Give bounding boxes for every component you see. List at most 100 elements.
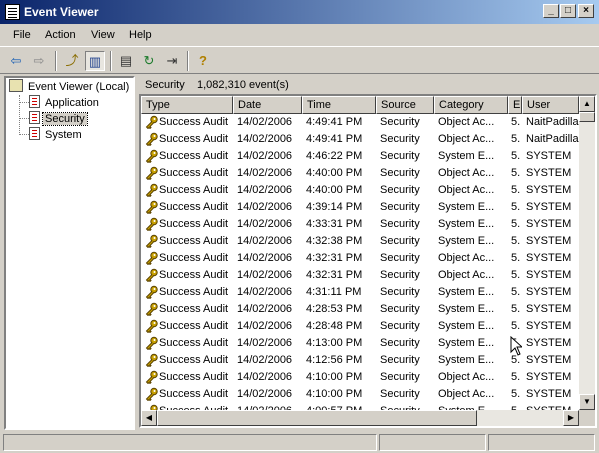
cell-source: Security [380,354,420,366]
toolbar: ⇦ ⇨ ⤴ ▥ ▤ ↻ ⇥ ? [0,46,599,74]
table-row[interactable]: Success Audit 14/02/2006 4:49:41 PM Securit… [141,114,579,131]
cell-source: Security [380,303,420,315]
minimize-button[interactable]: _ [543,4,559,18]
column-header-source[interactable]: Source [376,96,434,114]
cell-type: Success Audit [159,320,229,332]
column-header-time[interactable]: Time [302,96,376,114]
table-row[interactable]: Success Audit 14/02/2006 4:10:00 PM Securit… [141,386,579,403]
cell-user: SYSTEM [526,218,572,230]
show-hide-tree-icon[interactable]: ▥ [85,51,105,71]
cell-event-id: 5. [511,167,521,179]
table-row[interactable]: Success Audit 14/02/2006 4:32:31 PM Securit… [141,250,579,267]
horizontal-scrollbar[interactable]: ◀ ▶ [141,410,579,426]
cell-source: Security [380,320,420,332]
table-row[interactable]: Success Audit 14/02/2006 4:46:22 PM Securit… [141,148,579,165]
cell-date: 14/02/2006 [237,133,293,145]
log-icon [29,95,40,108]
event-viewer-icon [9,79,23,92]
table-row[interactable]: Success Audit 14/02/2006 4:10:00 PM Securit… [141,369,579,386]
cell-user: SYSTEM [526,371,572,383]
scroll-right-button[interactable]: ▶ [563,410,579,426]
tree-connector [19,134,29,135]
cell-event-id: 5. [511,235,521,247]
scroll-left-button[interactable]: ◀ [141,410,157,426]
cell-time: 4:32:31 PM [306,269,363,281]
forward-icon[interactable]: ⇨ [29,51,49,71]
refresh-icon[interactable]: ↻ [139,51,159,71]
vertical-scrollbar[interactable]: ▲ ▼ [579,96,595,410]
cell-type: Success Audit [159,201,229,213]
cell-category: Object Ac... [438,184,495,196]
cell-category: Object Ac... [438,269,495,281]
cell-source: Security [380,116,420,128]
scrollbar-corner [579,410,595,426]
table-row[interactable]: Success Audit 14/02/2006 4:33:31 PM Securit… [141,216,579,233]
cell-category: Object Ac... [438,167,495,179]
key-icon [145,336,158,350]
horizontal-scroll-thumb[interactable] [157,410,477,426]
cell-event-id: 5. [511,133,521,145]
key-icon [145,285,158,299]
cell-date: 14/02/2006 [237,320,293,332]
up-one-level-icon[interactable]: ⤴ [62,51,82,71]
menu-action[interactable]: Action [45,29,76,41]
cell-date: 14/02/2006 [237,252,293,264]
cell-category: Object Ac... [438,252,495,264]
mouse-cursor-icon [510,336,522,356]
table-row[interactable]: Success Audit 14/02/2006 4:31:11 PM Securit… [141,284,579,301]
tree-item-label: Security [42,112,88,126]
cell-time: 4:13:00 PM [306,337,363,349]
table-row[interactable]: Success Audit 14/02/2006 4:32:38 PM Securit… [141,233,579,250]
cell-date: 14/02/2006 [237,167,293,179]
cell-time: 4:39:14 PM [306,201,363,213]
tree-root-event-viewer[interactable]: Event Viewer (Local) [9,79,131,94]
cell-event-id: 5. [511,201,521,213]
export-list-icon[interactable]: ⇥ [162,51,182,71]
cell-user: SYSTEM [526,286,572,298]
cell-event-id: 5. [511,320,521,332]
close-button[interactable]: × [578,4,594,18]
properties-icon[interactable]: ▤ [116,51,136,71]
cell-source: Security [380,150,420,162]
help-icon[interactable]: ? [193,51,213,71]
table-row[interactable]: Success Audit 14/02/2006 4:28:53 PM Securit… [141,301,579,318]
vertical-scroll-thumb[interactable] [579,112,595,122]
cell-time: 4:49:41 PM [306,133,363,145]
maximize-button[interactable]: □ [560,4,576,18]
table-row[interactable]: Success Audit 14/02/2006 4:49:41 PM Securit… [141,131,579,148]
back-icon[interactable]: ⇦ [6,51,26,71]
column-header-category[interactable]: Category [434,96,508,114]
scroll-up-button[interactable]: ▲ [579,96,595,112]
cell-user: NaitPadilla [526,116,579,128]
cell-time: 4:31:11 PM [306,286,362,298]
cell-category: System E... [438,320,495,332]
menu-view[interactable]: View [91,29,115,41]
scroll-down-button[interactable]: ▼ [579,394,595,410]
table-row[interactable]: Success Audit 14/02/2006 4:28:48 PM Securit… [141,318,579,335]
tree-item-security[interactable]: Security [29,111,88,126]
status-panel-3 [488,434,595,451]
menu-help[interactable]: Help [129,29,152,41]
column-header-event[interactable]: E [508,96,522,114]
table-row[interactable]: Success Audit 14/02/2006 4:40:00 PM Securit… [141,165,579,182]
column-header-type[interactable]: Type [141,96,233,114]
key-icon [145,200,158,214]
column-header-user[interactable]: User [522,96,579,114]
cell-source: Security [380,337,420,349]
cell-event-id: 5. [511,303,521,315]
console-tree: Event Viewer (Local) Application Securit… [4,76,135,430]
cell-date: 14/02/2006 [237,371,293,383]
menu-file[interactable]: File [13,29,31,41]
cell-type: Success Audit [159,269,229,281]
tree-item-application[interactable]: Application [29,95,101,110]
title-bar[interactable]: Event Viewer _ □ × [0,0,599,24]
cell-date: 14/02/2006 [237,184,293,196]
table-row[interactable]: Success Audit 14/02/2006 4:32:31 PM Securit… [141,267,579,284]
key-icon [145,183,158,197]
event-list[interactable]: Type Date Time Source Category E User Su… [139,94,597,428]
results-pane: Security 1,082,310 event(s) Type Date Ti… [137,76,597,430]
column-header-date[interactable]: Date [233,96,302,114]
table-row[interactable]: Success Audit 14/02/2006 4:40:00 PM Securit… [141,182,579,199]
table-row[interactable]: Success Audit 14/02/2006 4:39:14 PM Securit… [141,199,579,216]
tree-item-system[interactable]: System [29,127,84,142]
